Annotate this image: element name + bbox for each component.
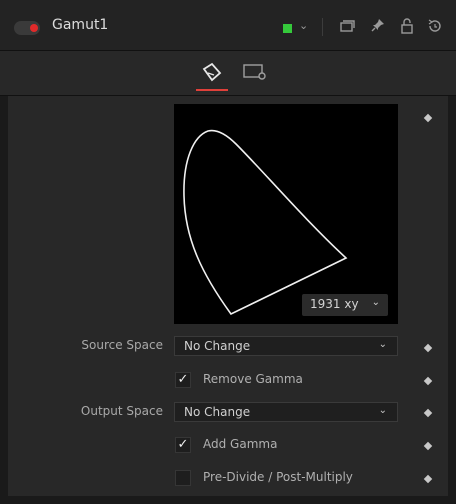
- inspector-tabs: [0, 51, 456, 96]
- active-tab-underline: [196, 89, 228, 91]
- source-space-label: Source Space: [81, 338, 163, 352]
- controls-pen-icon[interactable]: [198, 61, 226, 83]
- chevron-down-icon: ⌄: [378, 339, 387, 350]
- add-gamma-label: Add Gamma: [203, 437, 278, 451]
- chevron-down-icon: ⌄: [371, 297, 380, 308]
- reset-icon[interactable]: [426, 16, 444, 36]
- scope-mode-value: 1931 xy: [310, 297, 359, 311]
- add-gamma-checkbox[interactable]: ✓: [175, 437, 191, 453]
- predivide-label: Pre-Divide / Post-Multiply: [203, 470, 353, 484]
- window-icon[interactable]: [338, 16, 356, 36]
- power-indicator-icon: [30, 24, 38, 32]
- spectral-locus: [183, 129, 348, 316]
- node-title: Gamut1: [52, 17, 109, 33]
- chevron-down-icon[interactable]: ⌄: [299, 19, 308, 32]
- chromaticity-scope[interactable]: [174, 104, 398, 324]
- gamut-diagram: [183, 129, 348, 316]
- output-space-label: Output Space: [80, 404, 163, 418]
- output-space-value: No Change: [184, 405, 251, 419]
- remove-gamma-label: Remove Gamma: [203, 372, 303, 386]
- remove-gamma-checkbox[interactable]: ✓: [175, 372, 191, 388]
- power-toggle[interactable]: [14, 21, 40, 35]
- source-space-dropdown[interactable]: No Change ⌄: [174, 336, 398, 356]
- settings-screen-icon[interactable]: [241, 61, 269, 83]
- source-space-value: No Change: [184, 339, 251, 353]
- node-color-swatch[interactable]: [283, 24, 292, 33]
- chevron-down-icon: ⌄: [378, 405, 387, 416]
- lock-icon[interactable]: [398, 16, 416, 36]
- output-space-dropdown[interactable]: No Change ⌄: [174, 402, 398, 422]
- pin-icon[interactable]: [369, 16, 387, 36]
- node-header: Gamut1 ⌄: [0, 0, 456, 51]
- scope-mode-select[interactable]: 1931 xy ⌄: [302, 294, 388, 316]
- predivide-checkbox[interactable]: [175, 470, 191, 486]
- header-divider: [322, 18, 323, 36]
